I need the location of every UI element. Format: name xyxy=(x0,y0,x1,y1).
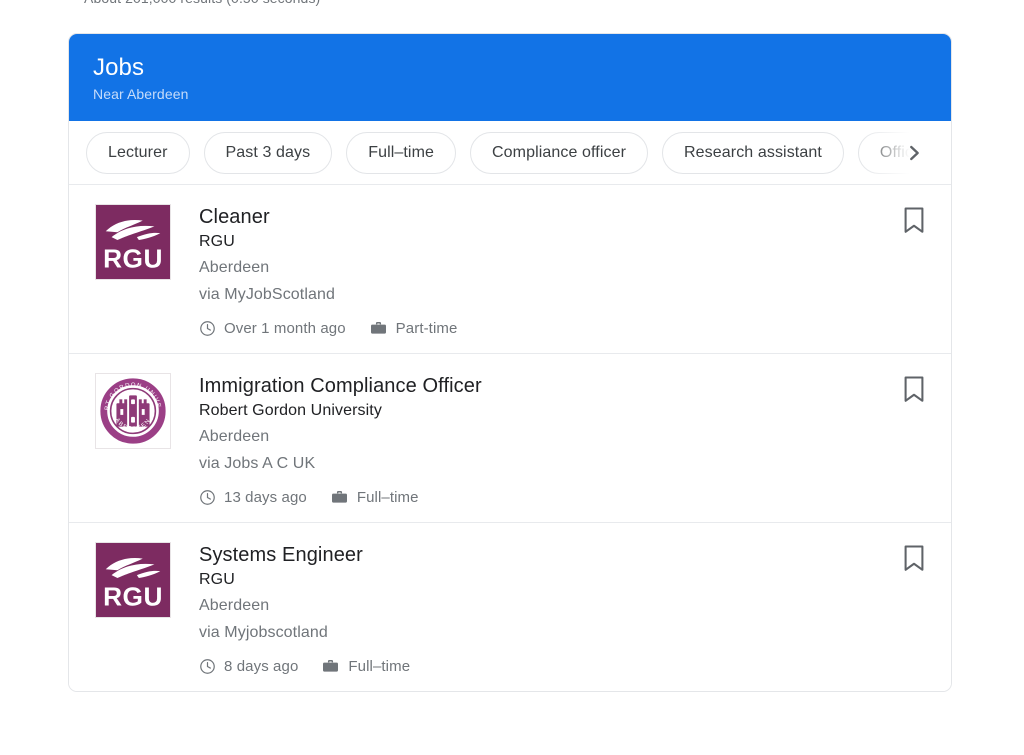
job-details: Immigration Compliance Officer Robert Gor… xyxy=(199,371,927,506)
job-details: Systems Engineer RGU Aberdeen via Myjobscot… xyxy=(199,540,927,675)
job-posted-group: 13 days ago xyxy=(199,489,307,506)
briefcase-icon xyxy=(370,322,386,334)
job-company: RGU xyxy=(199,571,235,588)
job-type-group: Full–time xyxy=(330,488,419,506)
clock-icon xyxy=(200,320,215,336)
job-posted-text: Over 1 month ago xyxy=(224,319,346,337)
job-employer-logo: RGU xyxy=(93,202,173,282)
filter-chip-4[interactable]: Research assistant xyxy=(662,132,844,174)
save-job-bookmark-button[interactable] xyxy=(901,545,927,575)
job-details: Cleaner RGU Aberdeen via MyJobScotland Over … xyxy=(199,202,927,337)
job-title: Immigration Compliance Officer xyxy=(199,375,482,397)
save-job-bookmark-button[interactable] xyxy=(901,207,927,237)
job-type-text: Full–time xyxy=(348,657,411,675)
job-employer-logo: ROBERT GORDON UNIVERSITY · ABERDEEN · xyxy=(93,371,173,451)
job-type-group: Part-time xyxy=(369,319,458,337)
clock-icon xyxy=(200,489,215,505)
briefcase-icon xyxy=(331,491,347,503)
job-result-item[interactable]: RGU Systems Engineer RGU Aberdeen via Myjob… xyxy=(69,523,951,691)
job-company: RGU xyxy=(199,233,235,250)
briefcase-icon xyxy=(323,660,339,672)
search-results-page: About 201,000 results (0.50 seconds) Job… xyxy=(0,0,1024,755)
job-meta-row: Over 1 month ago Part-time xyxy=(199,319,927,337)
rgu-logo: RGU xyxy=(95,542,171,618)
svg-text:RGU: RGU xyxy=(103,243,163,273)
filter-chips-scroller[interactable]: Lecturer Past 3 days Full–time Compliance o… xyxy=(69,121,951,184)
job-posted-group: 8 days ago xyxy=(199,658,298,675)
rgu-crest-logo: ROBERT GORDON UNIVERSITY · ABERDEEN · xyxy=(95,373,171,449)
job-location: Aberdeen xyxy=(199,597,270,614)
clock-icon xyxy=(200,658,215,674)
job-result-item[interactable]: ROBERT GORDON UNIVERSITY · ABERDEEN · Im… xyxy=(69,354,951,523)
job-meta-row: 8 days ago Full–time xyxy=(199,657,927,675)
job-posted-text: 8 days ago xyxy=(224,657,299,675)
chips-next-button[interactable] xyxy=(897,136,931,170)
job-result-item[interactable]: RGU Cleaner RGU Aberdeen via MyJobScotland O… xyxy=(69,185,951,354)
bookmark-icon xyxy=(904,545,924,571)
bookmark-icon xyxy=(904,207,924,233)
results-count-text: About 201,000 results (0.50 seconds) xyxy=(84,0,320,6)
filter-chips-row: Lecturer Past 3 days Full–time Compliance o… xyxy=(69,121,951,185)
svg-text:RGU: RGU xyxy=(103,581,163,611)
jobs-widget: Jobs Near Aberdeen Lecturer Past 3 days Fu… xyxy=(68,33,952,692)
filter-chip-label: Compliance officer xyxy=(492,144,627,161)
job-type-group: Full–time xyxy=(321,657,410,675)
rgu-logo: RGU xyxy=(95,204,171,280)
job-type-text: Part-time xyxy=(395,319,458,337)
bookmark-icon xyxy=(904,376,924,402)
filter-chip-0[interactable]: Lecturer xyxy=(86,132,190,174)
chevron-right-icon xyxy=(910,145,919,160)
job-posted-text: 13 days ago xyxy=(224,488,307,506)
filter-chip-label: Research assistant xyxy=(684,144,822,161)
job-title: Systems Engineer xyxy=(199,544,363,566)
job-results-list: RGU Cleaner RGU Aberdeen via MyJobScotland O… xyxy=(69,185,951,691)
filter-chip-label: Full–time xyxy=(368,144,435,161)
filter-chip-1[interactable]: Past 3 days xyxy=(203,132,333,174)
job-source: via Jobs A C UK xyxy=(199,455,316,472)
jobs-widget-header: Jobs Near Aberdeen xyxy=(69,34,951,121)
filter-chip-label: Lecturer xyxy=(108,144,168,161)
job-location: Aberdeen xyxy=(199,428,270,445)
job-type-text: Full–time xyxy=(356,488,419,506)
job-posted-group: Over 1 month ago xyxy=(199,320,346,337)
job-title: Cleaner xyxy=(199,206,270,228)
jobs-widget-subtitle: Near Aberdeen xyxy=(93,86,189,102)
job-meta-row: 13 days ago Full–time xyxy=(199,488,927,506)
filter-chip-3[interactable]: Compliance officer xyxy=(470,132,649,174)
filter-chip-label: Past 3 days xyxy=(225,144,311,161)
job-location: Aberdeen xyxy=(199,259,270,276)
job-source: via MyJobScotland xyxy=(199,286,335,303)
filter-chip-2[interactable]: Full–time xyxy=(346,132,457,174)
jobs-widget-title: Jobs xyxy=(93,54,145,81)
job-company: Robert Gordon University xyxy=(199,402,382,419)
job-employer-logo: RGU xyxy=(93,540,173,620)
job-source: via Myjobscotland xyxy=(199,624,328,641)
save-job-bookmark-button[interactable] xyxy=(901,376,927,406)
